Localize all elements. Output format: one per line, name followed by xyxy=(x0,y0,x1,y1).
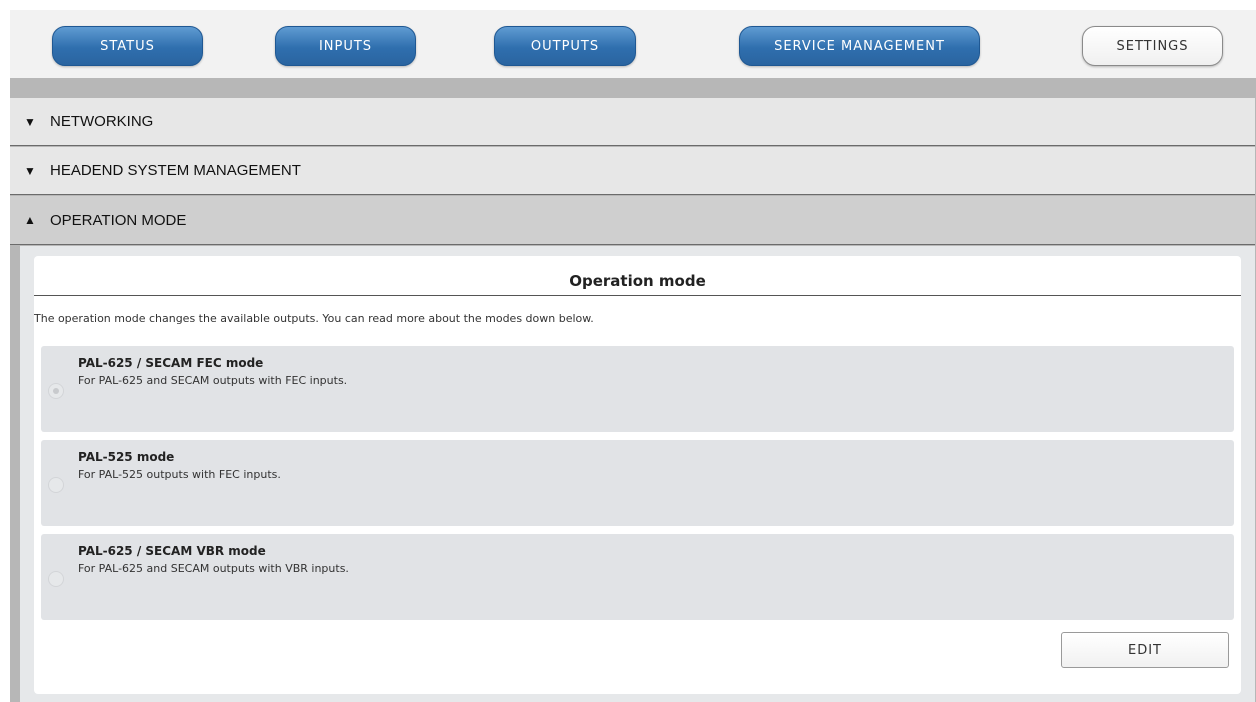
accordion-networking[interactable]: ▼ NETWORKING xyxy=(10,98,1255,146)
nav-settings-button[interactable]: SETTINGS xyxy=(1082,26,1223,66)
mode-option-title: PAL-625 / SECAM FEC mode xyxy=(78,356,264,370)
nav-status-button[interactable]: STATUS xyxy=(52,26,203,66)
mode-option-subtitle: For PAL-525 outputs with FEC inputs. xyxy=(78,468,281,481)
mode-radio[interactable] xyxy=(48,383,64,399)
mode-option-title: PAL-525 mode xyxy=(78,450,175,464)
accordion-headend-label: HEADEND SYSTEM MANAGEMENT xyxy=(50,162,301,179)
operation-mode-description: The operation mode changes the available… xyxy=(34,312,594,325)
operation-mode-card: Operation mode The operation mode change… xyxy=(34,256,1241,694)
chevron-up-icon: ▲ xyxy=(24,213,36,227)
mode-option-subtitle: For PAL-625 and SECAM outputs with FEC i… xyxy=(78,374,348,387)
accordion-networking-label: NETWORKING xyxy=(50,113,154,130)
chevron-down-icon: ▼ xyxy=(24,114,36,129)
mode-option-pal525[interactable]: PAL-525 mode For PAL-525 outputs with FE… xyxy=(41,440,1234,526)
accordion-headend-system-management[interactable]: ▼ HEADEND SYSTEM MANAGEMENT xyxy=(10,147,1255,195)
title-divider xyxy=(34,295,1241,296)
chevron-down-icon: ▼ xyxy=(24,163,36,178)
accordion-operation-mode[interactable]: ▲ OPERATION MODE xyxy=(10,196,1255,245)
mode-option-title: PAL-625 / SECAM VBR mode xyxy=(78,544,266,558)
mode-option-subtitle: For PAL-625 and SECAM outputs with VBR i… xyxy=(78,562,349,575)
operation-mode-title: Operation mode xyxy=(569,272,706,290)
mode-radio[interactable] xyxy=(48,571,64,587)
mode-option-pal625-secam-vbr[interactable]: PAL-625 / SECAM VBR mode For PAL-625 and… xyxy=(41,534,1234,620)
accordion-operation-mode-label: OPERATION MODE xyxy=(50,211,187,229)
edit-button[interactable]: EDIT xyxy=(1061,632,1229,668)
nav-inputs-button[interactable]: INPUTS xyxy=(275,26,416,66)
mode-radio[interactable] xyxy=(48,477,64,493)
top-navigation: STATUS INPUTS OUTPUTS SERVICE MANAGEMENT… xyxy=(10,10,1256,78)
nav-outputs-button[interactable]: OUTPUTS xyxy=(494,26,636,66)
nav-service-management-button[interactable]: SERVICE MANAGEMENT xyxy=(739,26,980,66)
mode-option-pal625-secam-fec[interactable]: PAL-625 / SECAM FEC mode For PAL-625 and… xyxy=(41,346,1234,432)
